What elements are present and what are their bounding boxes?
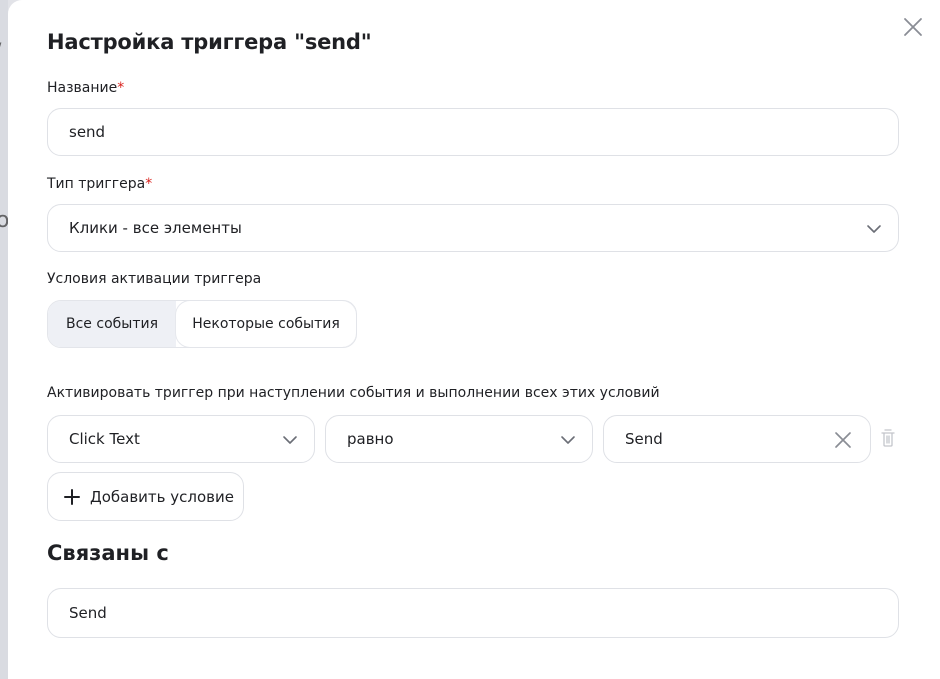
condition-variable-select[interactable]: Click Text [47,415,315,463]
trash-icon[interactable] [880,428,896,448]
background-text-fragment: / [0,40,1,65]
name-label-text: Название [47,80,118,96]
close-button[interactable] [902,16,924,38]
activation-label: Условия активации триггера [47,271,262,287]
trigger-type-label: Тип триггера* [47,176,152,192]
trigger-settings-dialog: Настройка триггера "send" Название* send… [8,0,940,679]
trigger-type-label-text: Тип триггера [47,176,146,192]
linked-tag-value: Send [69,604,107,622]
segment-all-events[interactable]: Все события [48,301,176,347]
name-label: Название* [47,80,124,96]
required-mark: * [117,80,125,96]
trigger-type-value: Клики - все элементы [69,219,242,237]
close-icon [904,18,922,36]
condition-variable-value: Click Text [69,430,140,448]
activation-segmented-control: Все события Некоторые события [47,300,357,348]
condition-operator-select[interactable]: равно [325,415,593,463]
linked-section-title: Связаны с [47,541,169,565]
trigger-type-select[interactable]: Клики - все элементы [47,204,899,252]
condition-value-text: Send [625,430,663,448]
required-mark: * [145,176,153,192]
linked-tag-input[interactable]: Send [47,588,899,638]
chevron-down-icon [283,436,297,444]
chevron-down-icon [561,436,575,444]
condition-operator-value: равно [347,430,394,448]
add-condition-label: Добавить условие [90,487,234,506]
name-input-value: send [69,123,106,141]
condition-value-input[interactable]: Send [603,415,871,463]
chevron-down-icon [867,225,881,233]
clear-icon[interactable] [834,431,852,449]
add-condition-button[interactable]: Добавить условие [47,472,244,521]
plus-icon [64,488,80,505]
segment-some-events[interactable]: Некоторые события [176,301,356,347]
conditions-label: Активировать триггер при наступлении соб… [47,385,660,401]
dialog-title: Настройка триггера "send" [47,30,372,54]
name-input[interactable]: send [47,108,899,156]
background-page [0,0,8,679]
